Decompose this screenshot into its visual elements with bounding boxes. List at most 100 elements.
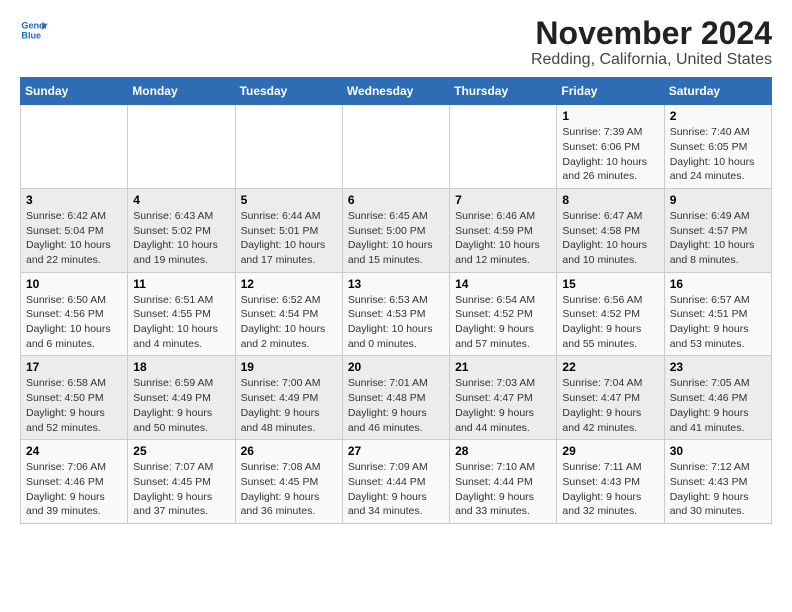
calendar-cell: 30Sunrise: 7:12 AM Sunset: 4:43 PM Dayli… bbox=[664, 440, 771, 524]
day-number: 3 bbox=[26, 193, 122, 207]
calendar-cell: 17 Sunrise: 6:58 AM Sunset: 4:50 PM Dayli… bbox=[21, 356, 128, 440]
calendar-cell: 22 Sunrise: 7:04 AM Sunset: 4:47 PM Dayli… bbox=[557, 356, 664, 440]
day-number: 1 bbox=[562, 109, 658, 123]
day-number: 2 bbox=[670, 109, 766, 123]
day-number: 6 bbox=[348, 193, 444, 207]
day-number: 4 bbox=[133, 193, 229, 207]
page-subtitle: Redding, California, United States bbox=[531, 51, 772, 69]
weekday-header: Wednesday bbox=[342, 78, 449, 105]
day-number: 11 bbox=[133, 277, 229, 291]
calendar-cell: 12Sunrise: 6:52 AM Sunset: 4:54 PM Dayli… bbox=[235, 272, 342, 356]
calendar-cell: 16Sunrise: 6:57 AM Sunset: 4:51 PM Dayli… bbox=[664, 272, 771, 356]
day-detail: Sunrise: 7:10 AM Sunset: 4:44 PM Dayligh… bbox=[455, 460, 551, 519]
svg-text:Blue: Blue bbox=[21, 30, 41, 40]
day-detail: Sunrise: 6:53 AM Sunset: 4:53 PM Dayligh… bbox=[348, 293, 444, 352]
day-number: 25 bbox=[133, 444, 229, 458]
weekday-header: Monday bbox=[128, 78, 235, 105]
calendar-cell: 6 Sunrise: 6:45 AM Sunset: 5:00 PM Daylig… bbox=[342, 188, 449, 272]
day-detail: Sunrise: 7:01 AM Sunset: 4:48 PM Dayligh… bbox=[348, 376, 444, 435]
day-detail: Sunrise: 7:12 AM Sunset: 4:43 PM Dayligh… bbox=[670, 460, 766, 519]
day-number: 23 bbox=[670, 360, 766, 374]
day-detail: Sunrise: 6:47 AM Sunset: 4:58 PM Dayligh… bbox=[562, 209, 658, 268]
calendar-cell: 14Sunrise: 6:54 AM Sunset: 4:52 PM Dayli… bbox=[450, 272, 557, 356]
calendar-cell: 26 Sunrise: 7:08 AM Sunset: 4:45 PM Dayli… bbox=[235, 440, 342, 524]
day-detail: Sunrise: 6:43 AM Sunset: 5:02 PM Dayligh… bbox=[133, 209, 229, 268]
calendar-cell: 9 Sunrise: 6:49 AM Sunset: 4:57 PM Daylig… bbox=[664, 188, 771, 272]
day-number: 10 bbox=[26, 277, 122, 291]
day-detail: Sunrise: 7:05 AM Sunset: 4:46 PM Dayligh… bbox=[670, 376, 766, 435]
calendar-cell: 21Sunrise: 7:03 AM Sunset: 4:47 PM Dayli… bbox=[450, 356, 557, 440]
day-detail: Sunrise: 6:50 AM Sunset: 4:56 PM Dayligh… bbox=[26, 293, 122, 352]
weekday-header: Saturday bbox=[664, 78, 771, 105]
day-detail: Sunrise: 7:09 AM Sunset: 4:44 PM Dayligh… bbox=[348, 460, 444, 519]
day-number: 13 bbox=[348, 277, 444, 291]
day-detail: Sunrise: 6:49 AM Sunset: 4:57 PM Dayligh… bbox=[670, 209, 766, 268]
day-detail: Sunrise: 6:56 AM Sunset: 4:52 PM Dayligh… bbox=[562, 293, 658, 352]
calendar-cell: 3 Sunrise: 6:42 AM Sunset: 5:04 PM Daylig… bbox=[21, 188, 128, 272]
calendar-cell: 24Sunrise: 7:06 AM Sunset: 4:46 PM Dayli… bbox=[21, 440, 128, 524]
day-number: 7 bbox=[455, 193, 551, 207]
calendar-cell: 11 Sunrise: 6:51 AM Sunset: 4:55 PM Dayli… bbox=[128, 272, 235, 356]
day-detail: Sunrise: 7:39 AM Sunset: 6:06 PM Dayligh… bbox=[562, 125, 658, 184]
calendar-cell: 29Sunrise: 7:11 AM Sunset: 4:43 PM Dayli… bbox=[557, 440, 664, 524]
calendar-week-row: 10 Sunrise: 6:50 AM Sunset: 4:56 PM Dayli… bbox=[21, 272, 772, 356]
calendar-cell: 28 Sunrise: 7:10 AM Sunset: 4:44 PM Dayli… bbox=[450, 440, 557, 524]
weekday-header: Tuesday bbox=[235, 78, 342, 105]
day-number: 27 bbox=[348, 444, 444, 458]
weekday-header: Friday bbox=[557, 78, 664, 105]
logo-icon: General Blue bbox=[20, 16, 48, 44]
calendar-cell: 20 Sunrise: 7:01 AM Sunset: 4:48 PM Dayli… bbox=[342, 356, 449, 440]
day-detail: Sunrise: 6:42 AM Sunset: 5:04 PM Dayligh… bbox=[26, 209, 122, 268]
calendar-cell: 7 Sunrise: 6:46 AM Sunset: 4:59 PM Daylig… bbox=[450, 188, 557, 272]
calendar-cell: 5Sunrise: 6:44 AM Sunset: 5:01 PM Daylig… bbox=[235, 188, 342, 272]
calendar-cell bbox=[450, 105, 557, 189]
day-number: 21 bbox=[455, 360, 551, 374]
day-detail: Sunrise: 6:54 AM Sunset: 4:52 PM Dayligh… bbox=[455, 293, 551, 352]
page-title: November 2024 bbox=[531, 16, 772, 51]
calendar-cell: 18Sunrise: 6:59 AM Sunset: 4:49 PM Dayli… bbox=[128, 356, 235, 440]
day-detail: Sunrise: 6:44 AM Sunset: 5:01 PM Dayligh… bbox=[241, 209, 337, 268]
calendar-cell: 13 Sunrise: 6:53 AM Sunset: 4:53 PM Dayli… bbox=[342, 272, 449, 356]
day-detail: Sunrise: 6:58 AM Sunset: 4:50 PM Dayligh… bbox=[26, 376, 122, 435]
day-number: 19 bbox=[241, 360, 337, 374]
day-number: 18 bbox=[133, 360, 229, 374]
day-detail: Sunrise: 7:11 AM Sunset: 4:43 PM Dayligh… bbox=[562, 460, 658, 519]
calendar-cell bbox=[235, 105, 342, 189]
calendar-cell: 1 Sunrise: 7:39 AM Sunset: 6:06 PM Daylig… bbox=[557, 105, 664, 189]
calendar-header: SundayMondayTuesdayWednesdayThursdayFrid… bbox=[21, 78, 772, 105]
weekday-header: Sunday bbox=[21, 78, 128, 105]
calendar-cell: 10 Sunrise: 6:50 AM Sunset: 4:56 PM Dayli… bbox=[21, 272, 128, 356]
calendar-week-row: 24Sunrise: 7:06 AM Sunset: 4:46 PM Dayli… bbox=[21, 440, 772, 524]
calendar-week-row: 3 Sunrise: 6:42 AM Sunset: 5:04 PM Daylig… bbox=[21, 188, 772, 272]
day-number: 22 bbox=[562, 360, 658, 374]
day-detail: Sunrise: 7:04 AM Sunset: 4:47 PM Dayligh… bbox=[562, 376, 658, 435]
logo: General Blue bbox=[20, 16, 48, 44]
day-detail: Sunrise: 7:06 AM Sunset: 4:46 PM Dayligh… bbox=[26, 460, 122, 519]
day-detail: Sunrise: 7:00 AM Sunset: 4:49 PM Dayligh… bbox=[241, 376, 337, 435]
day-number: 17 bbox=[26, 360, 122, 374]
day-number: 26 bbox=[241, 444, 337, 458]
day-detail: Sunrise: 6:45 AM Sunset: 5:00 PM Dayligh… bbox=[348, 209, 444, 268]
day-detail: Sunrise: 7:08 AM Sunset: 4:45 PM Dayligh… bbox=[241, 460, 337, 519]
day-detail: Sunrise: 6:57 AM Sunset: 4:51 PM Dayligh… bbox=[670, 293, 766, 352]
calendar-cell bbox=[21, 105, 128, 189]
day-detail: Sunrise: 7:07 AM Sunset: 4:45 PM Dayligh… bbox=[133, 460, 229, 519]
calendar-table: SundayMondayTuesdayWednesdayThursdayFrid… bbox=[20, 77, 772, 524]
day-number: 9 bbox=[670, 193, 766, 207]
day-number: 15 bbox=[562, 277, 658, 291]
day-number: 20 bbox=[348, 360, 444, 374]
title-block: November 2024 Redding, California, Unite… bbox=[531, 16, 772, 69]
calendar-cell: 19 Sunrise: 7:00 AM Sunset: 4:49 PM Dayli… bbox=[235, 356, 342, 440]
calendar-cell bbox=[342, 105, 449, 189]
calendar-cell bbox=[128, 105, 235, 189]
day-number: 28 bbox=[455, 444, 551, 458]
calendar-week-row: 17 Sunrise: 6:58 AM Sunset: 4:50 PM Dayli… bbox=[21, 356, 772, 440]
day-detail: Sunrise: 7:40 AM Sunset: 6:05 PM Dayligh… bbox=[670, 125, 766, 184]
page-header: General Blue November 2024 Redding, Cali… bbox=[20, 16, 772, 69]
calendar-cell: 15 Sunrise: 6:56 AM Sunset: 4:52 PM Dayli… bbox=[557, 272, 664, 356]
weekday-header: Thursday bbox=[450, 78, 557, 105]
calendar-cell: 25 Sunrise: 7:07 AM Sunset: 4:45 PM Dayli… bbox=[128, 440, 235, 524]
day-detail: Sunrise: 6:51 AM Sunset: 4:55 PM Dayligh… bbox=[133, 293, 229, 352]
day-detail: Sunrise: 6:46 AM Sunset: 4:59 PM Dayligh… bbox=[455, 209, 551, 268]
calendar-week-row: 1 Sunrise: 7:39 AM Sunset: 6:06 PM Daylig… bbox=[21, 105, 772, 189]
